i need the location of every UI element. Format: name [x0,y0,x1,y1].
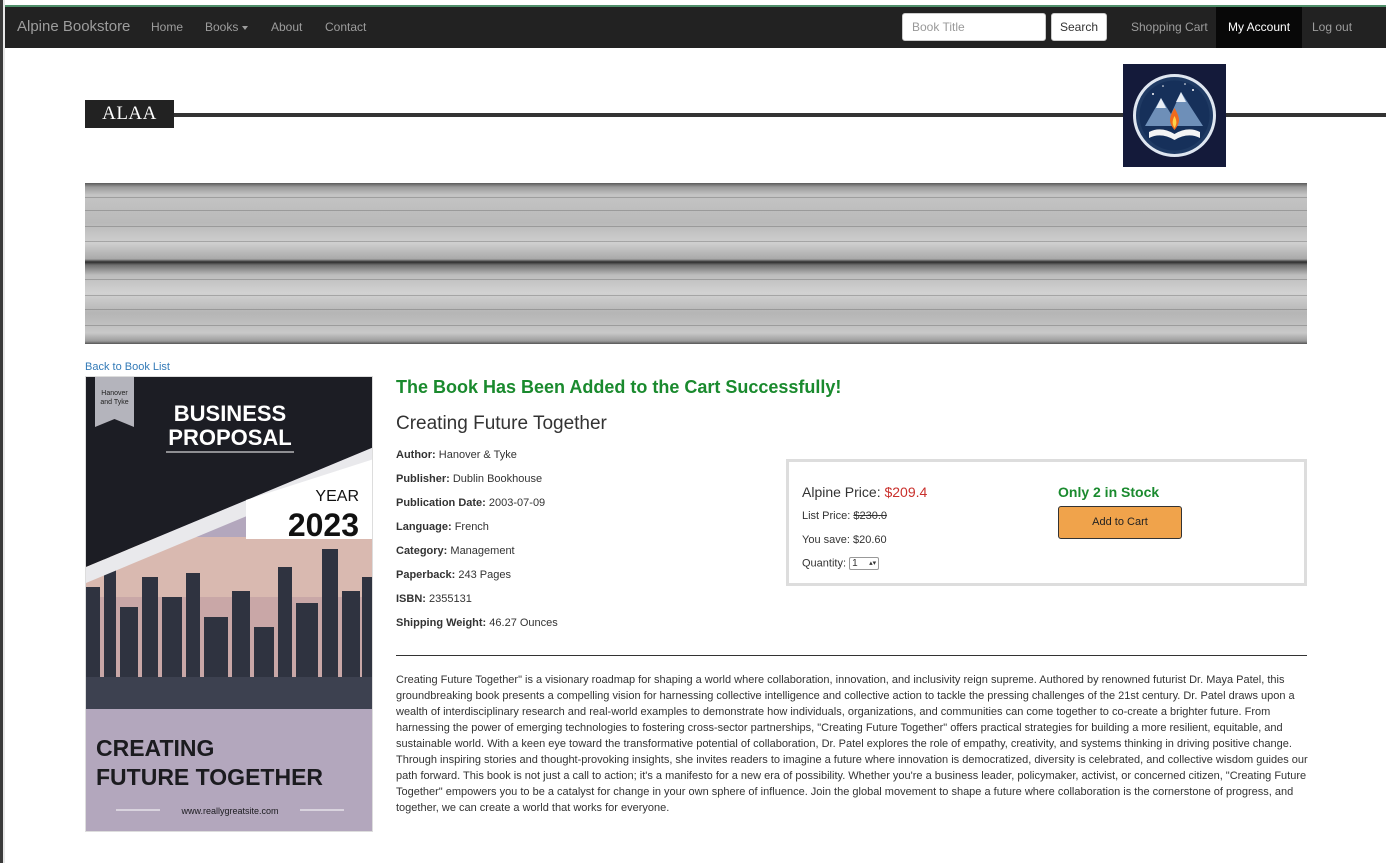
price-box: Alpine Price: $209.4 List Price: $230.0 … [786,459,1307,586]
logo-image [1123,64,1226,167]
top-navbar: Alpine Bookstore Home Books About Contac… [5,5,1386,48]
cover-art: Hanover and Tyke BUSINESS PROPOSAL YEAR … [86,377,372,831]
cover-publisher-line2: and Tyke [100,399,128,406]
you-save-value: $20.60 [852,534,887,546]
back-to-book-list-link[interactable]: Back to Book List [85,361,170,373]
stock-status: Only 2 in Stock [1058,484,1160,500]
book-title: Creating Future Together [396,413,607,434]
bookstore-logo[interactable] [1123,64,1226,167]
window-edge [0,0,5,863]
nav-shopping-cart[interactable]: Shopping Cart [1131,20,1208,34]
nav-contact[interactable]: Contact [325,20,366,34]
list-price: List Price: $230.0 [802,510,888,522]
book-search-input[interactable] [902,13,1046,41]
cover-website: www.reallygreatsite.com [180,806,278,816]
nav-books-dropdown[interactable]: Books [205,20,249,34]
cover-title-line1: CREATING [96,735,214,761]
nav-my-account[interactable]: My Account [1216,7,1302,48]
nav-logout[interactable]: Log out [1312,20,1352,34]
description-divider [396,655,1307,656]
detail-language: Language: French [396,521,489,533]
detail-shipping-weight: Shipping Weight: 46.27 Ounces [396,617,558,629]
cover-year-label: YEAR [315,488,359,505]
detail-author: Author: Hanover & Tyke [396,449,517,461]
book-cover-image: Hanover and Tyke BUSINESS PROPOSAL YEAR … [85,376,373,832]
caret-down-icon [242,25,249,30]
detail-isbn: ISBN: 2355131 [396,593,472,605]
nav-about[interactable]: About [271,20,302,34]
nav-home[interactable]: Home [151,20,183,34]
cover-title-line2: FUTURE TOGETHER [96,764,323,790]
user-badge: ALAA [85,100,174,128]
book-description: Creating Future Together" is a visionary… [396,674,1308,814]
detail-category: Category: Management [396,545,515,557]
search-button[interactable]: Search [1051,13,1107,41]
alpine-price-value: $209.4 [884,484,928,500]
cover-line1: BUSINESS [174,401,286,426]
detail-paperback: Paperback: 243 Pages [396,569,511,581]
quantity-select[interactable]: 1 ▴▾ [849,557,880,570]
brand-link[interactable]: Alpine Bookstore [17,18,130,35]
cover-year: 2023 [288,507,359,543]
wood-banner [85,183,1307,344]
added-to-cart-message: The Book Has Been Added to the Cart Succ… [396,377,842,397]
cover-publisher-line1: Hanover [101,390,128,397]
detail-publication-date: Publication Date: 2003-07-09 [396,497,546,509]
nav-my-account-label: My Account [1228,20,1291,34]
detail-publisher: Publisher: Dublin Bookhouse [396,473,543,485]
add-to-cart-button[interactable]: Add to Cart [1058,506,1182,539]
alpine-price: Alpine Price: $209.4 [802,484,928,500]
you-save: You save: $20.60 [802,534,887,546]
nav-books-label: Books [205,20,239,34]
select-arrows-icon: ▴▾ [869,560,877,567]
quantity-row: Quantity: 1 ▴▾ [802,557,880,570]
cover-line2: PROPOSAL [168,425,291,450]
list-price-value: $230.0 [853,510,888,522]
